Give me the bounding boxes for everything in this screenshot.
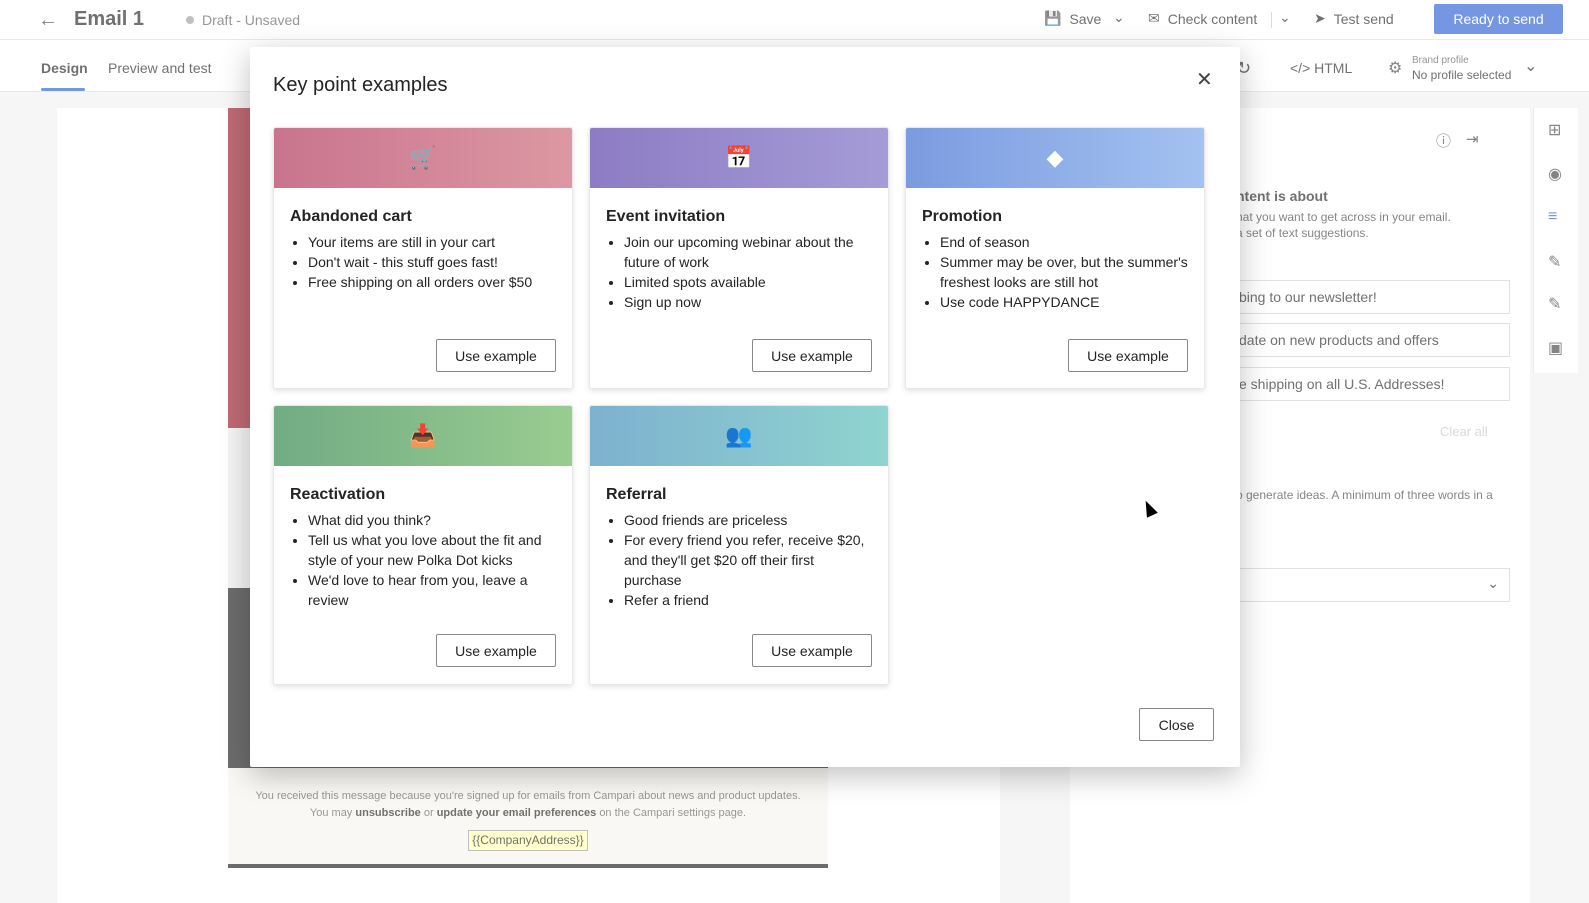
ticket-icon: ◆ [1046, 145, 1064, 170]
use-example-button[interactable]: Use example [436, 339, 556, 372]
close-icon[interactable]: ✕ [1196, 67, 1213, 92]
list-item: For every friend you refer, receive $20,… [624, 530, 874, 590]
use-example-button[interactable]: Use example [1068, 339, 1188, 372]
card-title: Referral [606, 486, 667, 503]
list-item: Tell us what you love about the fit and … [308, 530, 558, 570]
use-example-button[interactable]: Use example [436, 634, 556, 667]
list-item: Good friends are priceless [624, 510, 874, 530]
example-card-event-invitation: 📅 Event invitation Join our upcoming web… [589, 127, 889, 389]
close-button[interactable]: Close [1139, 708, 1214, 741]
card-title: Promotion [922, 208, 1002, 225]
card-points: Your items are still in your cart Don't … [308, 232, 558, 292]
list-item: What did you think? [308, 510, 558, 530]
list-item: Use code HAPPYDANCE [940, 292, 1190, 312]
card-title: Abandoned cart [290, 208, 412, 225]
list-item: Don't wait - this stuff goes fast! [308, 252, 558, 272]
list-item: Summer may be over, but the summer's fre… [940, 252, 1190, 292]
card-header: 🛒 [274, 128, 572, 188]
card-points: What did you think? Tell us what you lov… [308, 510, 558, 610]
card-header: 📅 [590, 128, 888, 188]
card-header: 👥 [590, 406, 888, 466]
card-title: Reactivation [290, 486, 386, 503]
list-item: Limited spots available [624, 272, 874, 292]
use-example-button[interactable]: Use example [752, 634, 872, 667]
list-item: Join our upcoming webinar about the futu… [624, 232, 874, 272]
list-item: Free shipping on all orders over $50 [308, 272, 558, 292]
list-item: End of season [940, 232, 1190, 252]
card-points: Join our upcoming webinar about the futu… [624, 232, 874, 312]
list-item: Refer a friend [624, 590, 874, 610]
use-example-button[interactable]: Use example [752, 339, 872, 372]
card-points: Good friends are priceless For every fri… [624, 510, 874, 610]
card-title: Event invitation [606, 208, 726, 225]
inbox-icon: 📥 [409, 423, 437, 448]
people-icon: 👥 [725, 423, 753, 448]
example-card-referral: 👥 Referral Good friends are priceless Fo… [589, 405, 889, 685]
list-item: Sign up now [624, 292, 874, 312]
cart-icon: 🛒 [409, 145, 437, 170]
calendar-icon: 📅 [725, 145, 753, 170]
list-item: We'd love to hear from you, leave a revi… [308, 570, 558, 610]
key-point-examples-dialog: Key point examples ✕ 🛒 Abandoned cart Yo… [250, 47, 1240, 767]
card-header: ◆ [906, 128, 1204, 188]
card-header: 📥 [274, 406, 572, 466]
example-card-promotion: ◆ Promotion End of season Summer may be … [905, 127, 1205, 389]
list-item: Your items are still in your cart [308, 232, 558, 252]
dialog-title: Key point examples [273, 74, 448, 96]
card-points: End of season Summer may be over, but th… [940, 232, 1190, 312]
example-card-abandoned-cart: 🛒 Abandoned cart Your items are still in… [273, 127, 573, 389]
example-card-reactivation: 📥 Reactivation What did you think? Tell … [273, 405, 573, 685]
